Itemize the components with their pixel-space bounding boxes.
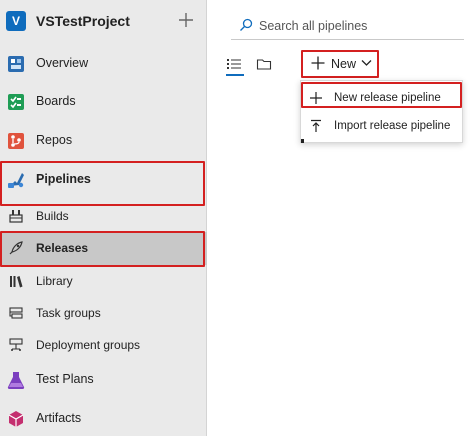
sidebar-item-library[interactable]: Library: [0, 265, 207, 297]
plus-icon: [310, 92, 322, 104]
background-text-fragment: [301, 139, 304, 143]
sidebar-item-label: Deployment groups: [36, 338, 141, 352]
sidebar-item-artifacts[interactable]: Artifacts: [0, 401, 207, 436]
plus-icon: [311, 56, 325, 70]
sidebar-item-builds[interactable]: Builds: [0, 200, 207, 232]
search-input[interactable]: Search all pipelines: [231, 12, 464, 40]
builds-icon: [9, 210, 23, 223]
sidebar-item-label: Task groups: [36, 306, 101, 320]
search-placeholder: Search all pipelines: [259, 19, 368, 33]
project-header: V VSTestProject: [0, 0, 207, 42]
repos-icon: [8, 133, 24, 149]
menu-item-label: Import release pipeline: [334, 120, 451, 132]
sidebar-item-label: Library: [36, 274, 73, 288]
list-view-icon[interactable]: [226, 56, 242, 72]
sidebar-item-deployment-groups[interactable]: Deployment groups: [0, 329, 207, 361]
overview-icon: [8, 56, 24, 72]
boards-icon: [8, 94, 24, 110]
rocket-icon: [9, 241, 23, 255]
search-icon: [240, 18, 253, 31]
sidebar-item-label: Test Plans: [36, 372, 94, 386]
sidebar-item-label: Artifacts: [36, 411, 82, 425]
library-icon: [10, 276, 23, 288]
test-plans-icon: [7, 372, 25, 389]
sidebar-item-pipelines[interactable]: Pipelines: [0, 162, 207, 198]
sidebar-item-label: Boards: [36, 94, 76, 108]
sidebar-item-label: Repos: [36, 133, 73, 147]
sidebar: V VSTestProject Overview Boards Repos Pi…: [0, 0, 207, 436]
sidebar-item-boards[interactable]: Boards: [0, 84, 207, 120]
import-icon: [311, 119, 321, 132]
folder-view-icon[interactable]: [256, 56, 272, 72]
new-button-label: New: [331, 57, 357, 71]
sidebar-item-overview[interactable]: Overview: [0, 46, 207, 82]
pipelines-icon: [8, 173, 24, 188]
sidebar-item-label: Releases: [36, 241, 89, 255]
task-groups-icon: [9, 307, 23, 319]
new-dropdown-menu: New release pipeline Import release pipe…: [300, 80, 463, 143]
active-view-indicator: [226, 74, 244, 76]
project-name[interactable]: VSTestProject: [36, 13, 130, 29]
menu-item-new-release-pipeline[interactable]: New release pipeline: [301, 84, 462, 112]
sidebar-item-repos[interactable]: Repos: [0, 123, 207, 159]
sidebar-item-label: Builds: [36, 209, 69, 223]
sidebar-item-label: Pipelines: [36, 172, 91, 186]
sidebar-item-task-groups[interactable]: Task groups: [0, 297, 207, 329]
deployment-groups-icon: [9, 338, 23, 351]
sidebar-item-label: Overview: [36, 56, 89, 70]
menu-item-label: New release pipeline: [334, 92, 441, 104]
add-icon[interactable]: [178, 12, 194, 28]
new-button[interactable]: New: [303, 51, 377, 76]
artifacts-icon: [8, 411, 24, 427]
chevron-down-icon: [361, 60, 372, 66]
sidebar-item-test-plans[interactable]: Test Plans: [0, 362, 207, 398]
project-avatar[interactable]: V: [6, 11, 26, 31]
sidebar-item-releases[interactable]: Releases: [0, 232, 207, 265]
menu-item-import-release-pipeline[interactable]: Import release pipeline: [301, 112, 462, 140]
